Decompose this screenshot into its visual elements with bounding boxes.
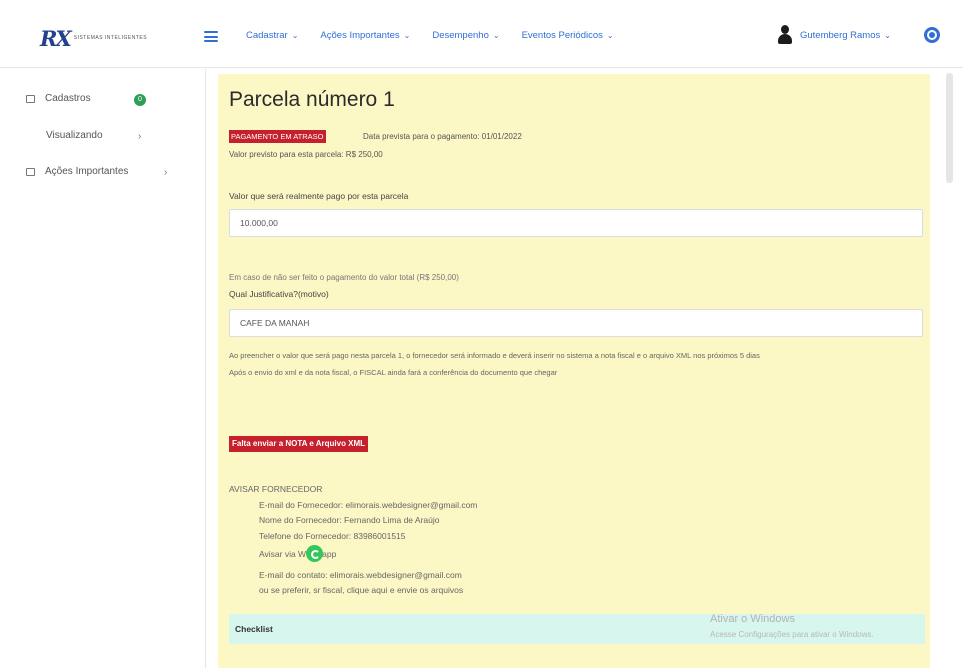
top-navbar: RX Sistemas Inteligentes Cadastrar ⌄ Açõe…: [0, 0, 963, 68]
justification-label: Qual Justificativa?(motivo): [229, 289, 329, 299]
chevron-down-icon: ⌄: [884, 30, 891, 40]
supplier-name: Nome do Fornecedor: Fernando Lima de Ara…: [259, 515, 440, 525]
sidebar-item-acoes-importantes[interactable]: Ações Importantes: [26, 166, 128, 177]
nav-eventos-periodicos[interactable]: Eventos Periódicos ⌄: [522, 30, 614, 41]
windows-watermark-subtitle: Acesse Configurações para ativar o Windo…: [710, 630, 874, 639]
chevron-down-icon: ⌄: [291, 31, 299, 40]
gear-icon[interactable]: [924, 27, 940, 43]
sidebar: Cadastros 0 Visualizando › Ações Importa…: [0, 69, 814, 668]
chevron-right-icon: ›: [138, 131, 142, 142]
partial-payment-note: Em caso de não ser feito o pagamento do …: [229, 273, 459, 282]
count-badge: 0: [134, 94, 146, 106]
status-badge: PAGAMENTO EM ATRASO: [229, 130, 326, 143]
monitor-icon: [26, 94, 35, 103]
windows-watermark-title: Ativar o Windows: [710, 613, 795, 625]
paid-value-label: Valor que será realmente pago por esta p…: [229, 191, 409, 201]
brand-tagline: Sistemas Inteligentes: [73, 35, 148, 41]
whatsapp-icon[interactable]: [306, 545, 323, 562]
monitor-icon: [26, 167, 35, 176]
fiscal-upload-link[interactable]: ou se preferir, sr fiscal, clique aqui e…: [259, 585, 463, 595]
supplier-heading: AVISAR FORNECEDOR: [229, 484, 323, 494]
supplier-phone: Telefone do Fornecedor: 83986001515: [259, 531, 406, 541]
info-text-line-1: Ao preencher o valor que será pago nesta…: [229, 351, 760, 360]
expected-date: Data prevista para o pagamento: 01/01/20…: [363, 132, 522, 141]
user-name: Gutemberg Ramos: [800, 29, 881, 41]
missing-documents-badge: Falta enviar a NOTA e Arquivo XML: [229, 436, 369, 452]
nav-desempenho[interactable]: Desempenho ⌄: [432, 30, 499, 41]
expected-value: Valor previsto para esta parcela: R$ 250…: [229, 150, 383, 159]
page-title: Parcela número 1: [229, 88, 395, 111]
menu-toggle-icon[interactable]: [204, 31, 218, 42]
user-avatar-icon: [778, 25, 792, 45]
chevron-down-icon: ⌄: [492, 31, 500, 40]
justification-input[interactable]: CAFE DA MANAH: [229, 309, 923, 337]
chevron-down-icon: ⌄: [403, 31, 411, 40]
chevron-down-icon: ⌄: [606, 31, 614, 40]
brand-logo[interactable]: RX Sistemas Inteligentes: [40, 25, 148, 51]
main-nav: Cadastrar ⌄ Ações Importantes ⌄ Desempenho…: [246, 30, 636, 41]
nav-acoes-importantes[interactable]: Ações Importantes ⌄: [320, 30, 410, 41]
user-menu[interactable]: Gutemberg Ramos ⌄: [778, 25, 891, 45]
whatsapp-link[interactable]: Avisar via Whatsapp: [259, 549, 336, 559]
brand-letters: RX: [40, 25, 72, 51]
paid-value-input[interactable]: 10.000,00: [229, 209, 923, 237]
sidebar-item-cadastros[interactable]: Cadastros: [26, 93, 91, 104]
sidebar-item-visualizando[interactable]: Visualizando: [26, 130, 814, 166]
checklist-header[interactable]: [229, 614, 925, 644]
supplier-email: E-mail do Fornecedor: elimorais.webdesig…: [259, 500, 478, 510]
scrollbar[interactable]: [946, 73, 953, 183]
chevron-right-icon: ›: [164, 167, 168, 178]
nav-cadastrar[interactable]: Cadastrar ⌄: [246, 30, 298, 41]
checklist-label: Checklist: [235, 624, 273, 634]
info-text-line-2: Após o envio do xml e da nota fiscal, o …: [229, 368, 558, 377]
contact-email: E-mail do contato: elimorais.webdesigner…: [259, 570, 462, 580]
